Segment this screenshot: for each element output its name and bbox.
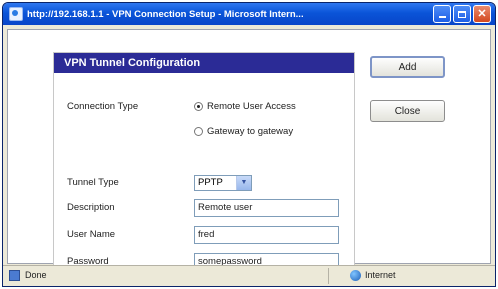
maximize-button[interactable] xyxy=(453,5,471,23)
tunnel-type-label: Tunnel Type xyxy=(67,177,119,188)
zone-text: Internet xyxy=(365,270,396,280)
close-icon: ✕ xyxy=(477,7,487,20)
status-bar: Done Internet xyxy=(3,265,495,286)
connection-type-label: Connection Type xyxy=(67,101,139,112)
tunnel-type-select[interactable]: PPTP ▼ xyxy=(194,175,252,191)
username-label: User Name xyxy=(67,229,116,240)
page-content: VPN Tunnel Configuration Connection Type… xyxy=(7,29,491,280)
chevron-down-icon[interactable]: ▼ xyxy=(236,176,251,190)
remote-user-radio-label[interactable]: Remote User Access xyxy=(207,101,296,112)
panel-header: VPN Tunnel Configuration xyxy=(54,53,354,73)
username-input[interactable]: fred xyxy=(194,226,339,244)
close-window-button[interactable]: ✕ xyxy=(473,5,491,23)
title-bar[interactable]: http://192.168.1.1 - VPN Connection Setu… xyxy=(3,3,495,25)
gateway-radio-label[interactable]: Gateway to gateway xyxy=(207,126,293,137)
close-button[interactable]: Close xyxy=(370,100,445,122)
remote-user-radio[interactable] xyxy=(194,102,203,111)
ie-icon xyxy=(9,7,23,21)
page-icon xyxy=(9,270,20,281)
maximize-icon xyxy=(458,10,466,18)
status-text: Done xyxy=(25,270,47,280)
internet-zone-icon xyxy=(350,270,361,281)
browser-window: http://192.168.1.1 - VPN Connection Setu… xyxy=(2,2,496,287)
tunnel-type-value: PPTP xyxy=(198,177,223,188)
status-divider xyxy=(328,268,329,284)
window-title: http://192.168.1.1 - VPN Connection Setu… xyxy=(27,8,304,20)
gateway-radio[interactable] xyxy=(194,127,203,136)
description-input[interactable]: Remote user xyxy=(194,199,339,217)
add-button[interactable]: Add xyxy=(370,56,445,78)
description-label: Description xyxy=(67,202,115,213)
vpn-config-panel: VPN Tunnel Configuration Connection Type… xyxy=(53,52,355,280)
minimize-button[interactable] xyxy=(433,5,451,23)
minimize-icon xyxy=(438,16,446,18)
